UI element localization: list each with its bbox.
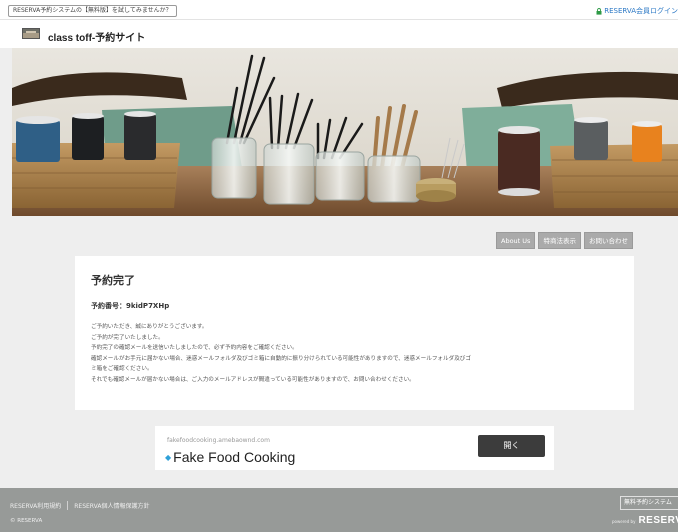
free-trial-promo-button[interactable]: RESERVA予約システムの【無料版】を試してみませんか？ (8, 5, 177, 17)
powered-by[interactable]: powered by RESERVA (612, 515, 678, 526)
powered-by-label: powered by (612, 519, 636, 524)
ad-open-button[interactable]: 開く (478, 435, 545, 457)
privacy-policy-link[interactable]: RESERVA個人情報保護方針 (74, 501, 149, 510)
copyright: © RESERVA (10, 518, 43, 524)
ad-url: fakefoodcooking.amebaownd.com (167, 437, 270, 444)
hero-image (12, 48, 678, 216)
reserva-logo: RESERVA (638, 515, 678, 526)
booking-complete-card: 予約完了 予約番号：9kidP7XHp ご予約いただき、誠にありがとうございます… (75, 256, 634, 410)
free-reservation-system-badge[interactable]: 無料予約システム (620, 496, 678, 510)
location-pin-icon: ◆ (165, 452, 172, 462)
booking-number: 予約番号：9kidP7XHp (91, 302, 170, 310)
craft-tools-photo (12, 48, 678, 216)
ad-title[interactable]: ◆ Fake Food Cooking (165, 449, 295, 465)
message-line: ご予約いただき、誠にありがとうございます。 (91, 324, 208, 330)
terms-link[interactable]: RESERVA利用規約 (10, 501, 61, 510)
message-line: 確認メールがお手元に届かない場合、迷惑メールフォルダ及びゴミ箱に自動的に振り分け… (91, 355, 471, 362)
nav-about-us-button[interactable]: About Us (496, 232, 536, 249)
ad-title-text: Fake Food Cooking (173, 449, 296, 465)
page-nav: About Us 特商法表示 お問い合わせ (496, 232, 633, 249)
site-title[interactable]: class toff-予約サイト (48, 29, 145, 44)
top-bar: RESERVA予約システムの【無料版】を試してみませんか？ RESERVA会員ロ… (0, 0, 678, 20)
nav-legal-notice-button[interactable]: 特商法表示 (538, 232, 581, 249)
member-login-label: RESERVA会員ログイン (604, 7, 678, 15)
message-line: ミ箱をご確認ください。 (91, 366, 153, 372)
site-footer: RESERVA利用規約 RESERVA個人情報保護方針 © RESERVA (0, 488, 678, 532)
lock-icon (596, 7, 602, 15)
confirmation-message: ご予約いただき、誠にありがとうございます。 ご予約が完了いたしました。 予約完了… (91, 322, 471, 385)
ad-banner[interactable]: fakefoodcooking.amebaownd.com ◆ Fake Foo… (155, 426, 554, 470)
page-title: 予約完了 (91, 274, 135, 287)
site-logo[interactable] (22, 28, 40, 39)
message-line: ご予約が完了いたしました。 (91, 334, 164, 341)
message-line: それでも確認メールが届かない場合は、ご入力のメールアドレスが間違っている可能性が… (91, 376, 415, 383)
site-header: class toff-予約サイト (0, 20, 678, 48)
message-line: 予約完了の確認メールを送信いたしましたので、必ず予約内容をご確認ください。 (91, 345, 298, 351)
member-login-link[interactable]: RESERVA会員ログイン (596, 6, 678, 16)
nav-contact-button[interactable]: お問い合わせ (583, 232, 633, 249)
footer-divider (67, 501, 69, 510)
footer-links: RESERVA利用規約 RESERVA個人情報保護方針 (10, 501, 149, 510)
